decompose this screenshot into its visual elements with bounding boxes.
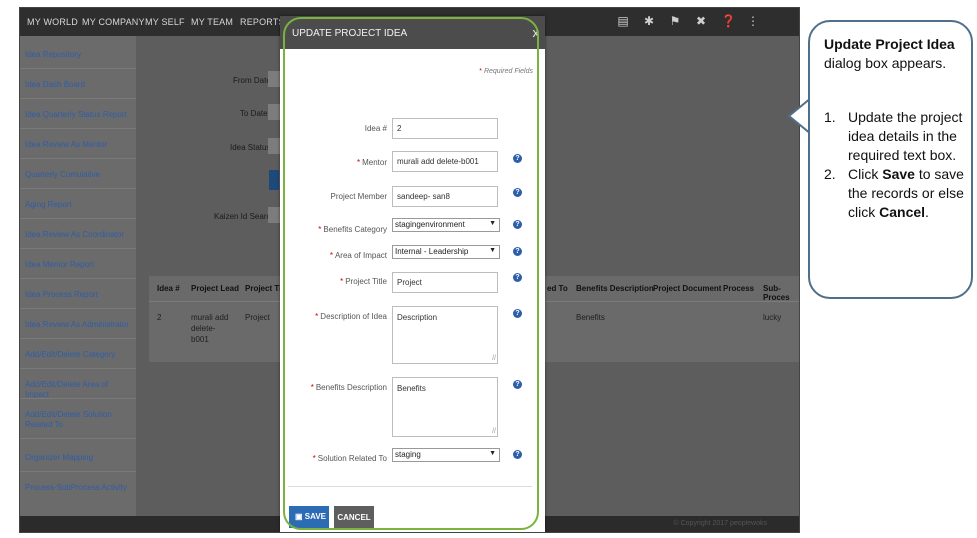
divider — [20, 98, 136, 99]
col-related-to: ed To — [547, 284, 568, 293]
sidebar: Idea Repository Idea Dash Board Idea Qua… — [20, 36, 136, 516]
divider — [20, 338, 136, 339]
divider — [20, 368, 136, 369]
callout-heading-rest: dialog box appears. — [824, 55, 947, 71]
to-date-label: To Date — [240, 109, 268, 118]
cell-benefits: Benefits — [576, 313, 605, 322]
share-icon[interactable]: ⋮ — [747, 14, 759, 28]
to-date-input[interactable] — [268, 104, 280, 120]
step-text-pre: Click — [848, 166, 883, 182]
from-date-input[interactable] — [268, 71, 280, 87]
sidebar-item-process-activity[interactable]: Process-SubProcess Activity — [25, 483, 133, 493]
instruction-callout: Update Project Idea dialog box appears. … — [808, 20, 973, 299]
step-text-save: Save — [882, 166, 915, 182]
sidebar-item-review-administrator[interactable]: Idea Review As Administrator — [25, 320, 133, 330]
sidebar-item-quarterly-status[interactable]: Idea Quarterly Status Report — [25, 110, 133, 120]
sidebar-item-mentor-report[interactable]: Idea Mentor Report — [25, 260, 133, 270]
step-number: 2. — [824, 166, 836, 182]
step-number: 1. — [824, 109, 836, 125]
sidebar-item-process-report[interactable]: Idea Process Report — [25, 290, 133, 300]
cell-project-title: Project — [245, 313, 270, 322]
col-process: Process — [723, 284, 755, 293]
divider — [20, 308, 136, 309]
sidebar-item-aging-report[interactable]: Aging Report — [25, 200, 133, 210]
nav-my-company[interactable]: MY COMPANY — [82, 17, 145, 27]
callout-heading-bold: Update Project Idea — [824, 36, 955, 52]
divider — [20, 68, 136, 69]
nav-my-self[interactable]: MY SELF — [145, 17, 185, 27]
divider — [20, 158, 136, 159]
callout-step: 1. Update the project idea details in the… — [824, 108, 964, 165]
sidebar-item-review-coordinator[interactable]: Idea Review As Coordinator — [25, 230, 133, 240]
col-idea-no: Idea # — [157, 284, 180, 293]
divider — [20, 471, 136, 472]
sidebar-item-idea-repository[interactable]: Idea Repository — [25, 50, 133, 60]
from-date-label: From Date — [233, 76, 271, 85]
sidebar-item-area-of-impact[interactable]: Add/Edit/Delete Area of Impact — [25, 380, 133, 400]
sidebar-item-idea-dash-board[interactable]: Idea Dash Board — [25, 80, 133, 90]
divider — [20, 438, 136, 439]
sidebar-item-quarterly-cumulative[interactable]: Quarterly Cumulative — [25, 170, 133, 180]
step-text-cancel: Cancel — [879, 204, 926, 220]
cell-sub-process: lucky — [763, 313, 782, 322]
tools-icon[interactable]: ✖ — [695, 14, 707, 28]
cell-project-lead: murali add delete-b001 — [191, 313, 229, 344]
col-project-lead: Project Lead — [191, 284, 240, 293]
divider — [20, 218, 136, 219]
col-project-document: Project Document — [653, 284, 722, 293]
callout-steps: 1. Update the project idea details in the… — [824, 108, 964, 222]
nav-reports[interactable]: REPORTS — [240, 17, 285, 27]
sidebar-item-review-mentor[interactable]: Idea Review As Mentor — [25, 140, 133, 150]
callout-step: 2. Click Save to save the records or else… — [824, 165, 964, 222]
flag-icon[interactable]: ⚑ — [669, 14, 681, 28]
cell-idea-no: 2 — [157, 313, 162, 322]
idea-status-select[interactable] — [268, 138, 280, 154]
dialog-highlight-ring — [283, 17, 539, 530]
step-text-post: . — [925, 204, 929, 220]
divider — [20, 188, 136, 189]
callout-heading: Update Project Idea dialog box appears. — [824, 35, 964, 73]
nav-icon-group: ▤ ✱ ⚑ ✖ ❓ ⋮ — [617, 14, 759, 28]
divider — [20, 278, 136, 279]
col-benefits-description: Benefits Description — [576, 284, 654, 293]
step-text: Update the project idea details in the r… — [848, 109, 963, 163]
sidebar-item-solution-related[interactable]: Add/Edit/Delete Solution Related To — [25, 410, 133, 430]
nav-my-world[interactable]: MY WORLD — [27, 17, 78, 27]
divider — [20, 398, 136, 399]
help-icon[interactable]: ❓ — [721, 14, 736, 28]
idea-status-label: Idea Status — [230, 143, 271, 152]
kaizen-search-label: Kaizen Id Search — [214, 212, 275, 221]
copyright-text: © Copyright 2017 peoplewoks — [673, 520, 768, 527]
divider — [20, 128, 136, 129]
sidebar-item-category[interactable]: Add/Edit/Delete Category — [25, 350, 133, 360]
nav-my-team[interactable]: MY TEAM — [191, 17, 233, 27]
sidebar-item-organizer-mapping[interactable]: Organizer Mapping — [25, 453, 133, 463]
bulb-icon[interactable]: ✱ — [643, 14, 655, 28]
book-icon[interactable]: ▤ — [617, 14, 629, 28]
search-button[interactable] — [269, 170, 279, 190]
col-sub-process: Sub-Proces — [763, 284, 790, 302]
divider — [20, 248, 136, 249]
kaizen-search-input[interactable] — [268, 207, 280, 223]
